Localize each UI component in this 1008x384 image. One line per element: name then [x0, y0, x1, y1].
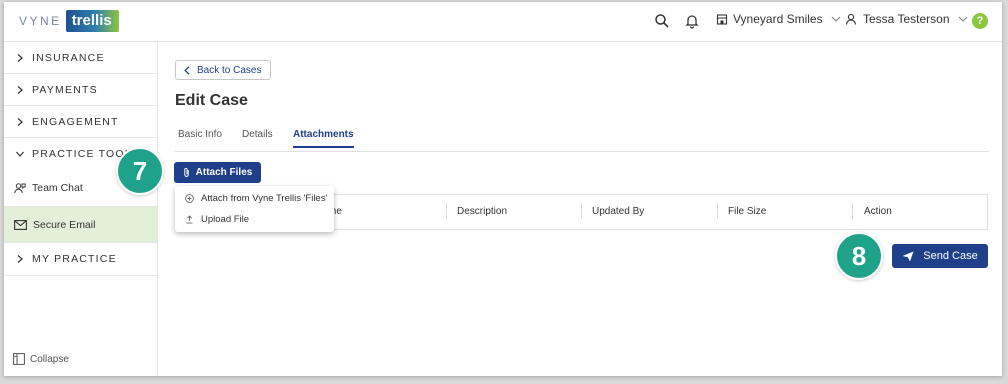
page-title: Edit Case — [175, 92, 248, 109]
column-header-action: Action — [864, 206, 892, 217]
upload-icon — [186, 215, 193, 224]
send-case-label: Send Case — [923, 250, 978, 262]
chevron-down-icon — [831, 16, 841, 22]
column-divider — [852, 203, 853, 219]
step-badge-8: 8 — [835, 232, 883, 280]
column-divider — [717, 203, 718, 219]
column-divider — [446, 203, 447, 219]
user-icon — [845, 13, 857, 25]
sidebar-section-label: ENGAGEMENT — [32, 115, 119, 128]
paperclip-icon — [183, 167, 189, 177]
chevron-down-icon — [958, 16, 967, 22]
practice-selector[interactable]: Vyneyard Smiles — [716, 12, 841, 26]
sidebar-section-label: MY PRACTICE — [32, 253, 117, 265]
sidebar-section-label: PAYMENTS — [32, 83, 98, 96]
sidebar-item-secure-email[interactable]: Secure Email — [4, 206, 157, 242]
logo-vyne-text: VYNE — [19, 14, 62, 28]
chevron-right-icon — [17, 53, 23, 62]
tab-basic-info[interactable]: Basic Info — [178, 129, 222, 146]
tab-details[interactable]: Details — [242, 129, 273, 146]
column-header-description[interactable]: Description — [457, 206, 507, 217]
user-menu[interactable]: Tessa Testerson — [845, 12, 968, 26]
sidebar-item-label: Secure Email — [33, 218, 96, 231]
column-header-updated-by[interactable]: Updated By — [592, 206, 644, 217]
search-icon[interactable] — [654, 13, 670, 29]
bell-icon[interactable] — [684, 13, 700, 29]
sidebar-section-payments[interactable]: PAYMENTS — [4, 74, 157, 106]
chevron-right-icon — [17, 117, 23, 126]
attach-files-button[interactable]: Attach Files — [174, 162, 261, 183]
send-case-button[interactable]: Send Case — [892, 244, 988, 268]
sidebar-item-label: Team Chat — [32, 182, 83, 194]
chevron-left-icon — [184, 65, 190, 75]
main-content: Back to Cases Edit Case Basic Info Detai… — [159, 42, 1002, 376]
sidebar-section-engagement[interactable]: ENGAGEMENT — [4, 106, 157, 138]
attach-files-label: Attach Files — [195, 167, 253, 178]
attach-files-dropdown: Attach from Vyne Trellis 'Files' Upload … — [175, 186, 334, 232]
help-button[interactable]: ? — [972, 13, 988, 29]
sidebar: INSURANCE PAYMENTS ENGAGEMENT PRACTICE T… — [4, 42, 158, 376]
plus-circle-icon — [185, 194, 194, 203]
column-divider — [581, 203, 582, 219]
step-badge-7: 7 — [116, 147, 164, 195]
team-chat-icon — [14, 183, 26, 194]
brand-logo[interactable]: VYNE trellis — [19, 10, 119, 32]
app-window: VYNE trellis Vyneyard Smiles Tessa Teste… — [4, 2, 1002, 376]
back-to-cases-button[interactable]: Back to Cases — [175, 60, 272, 80]
sidebar-collapse-icon — [13, 353, 25, 365]
send-icon — [902, 251, 914, 261]
column-header-file-size[interactable]: File Size — [728, 206, 766, 217]
top-header: VYNE trellis Vyneyard Smiles Tessa Teste… — [4, 2, 1002, 42]
sidebar-section-label: INSURANCE — [32, 51, 105, 64]
sidebar-section-insurance[interactable]: INSURANCE — [4, 42, 157, 74]
chevron-down-icon — [16, 151, 24, 157]
attach-from-files-option[interactable]: Attach from Vyne Trellis 'Files' — [175, 188, 334, 209]
back-label: Back to Cases — [197, 64, 262, 76]
chevron-right-icon — [17, 255, 23, 263]
collapse-sidebar-button[interactable]: Collapse — [13, 353, 69, 365]
user-name: Tessa Testerson — [863, 12, 950, 26]
mail-icon — [14, 219, 27, 230]
tab-attachments[interactable]: Attachments — [293, 129, 354, 148]
upload-file-option[interactable]: Upload File — [175, 209, 334, 230]
dropdown-item-label: Upload File — [201, 214, 250, 225]
collapse-label: Collapse — [30, 353, 69, 365]
sidebar-section-my-practice[interactable]: MY PRACTICE — [4, 242, 157, 276]
building-icon — [716, 14, 728, 25]
chevron-right-icon — [17, 85, 23, 94]
practice-name: Vyneyard Smiles — [733, 12, 823, 26]
dropdown-item-label: Attach from Vyne Trellis 'Files' — [201, 193, 328, 204]
tab-bar: Basic Info Details Attachments — [175, 128, 989, 152]
logo-trellis-text: trellis — [65, 10, 119, 32]
